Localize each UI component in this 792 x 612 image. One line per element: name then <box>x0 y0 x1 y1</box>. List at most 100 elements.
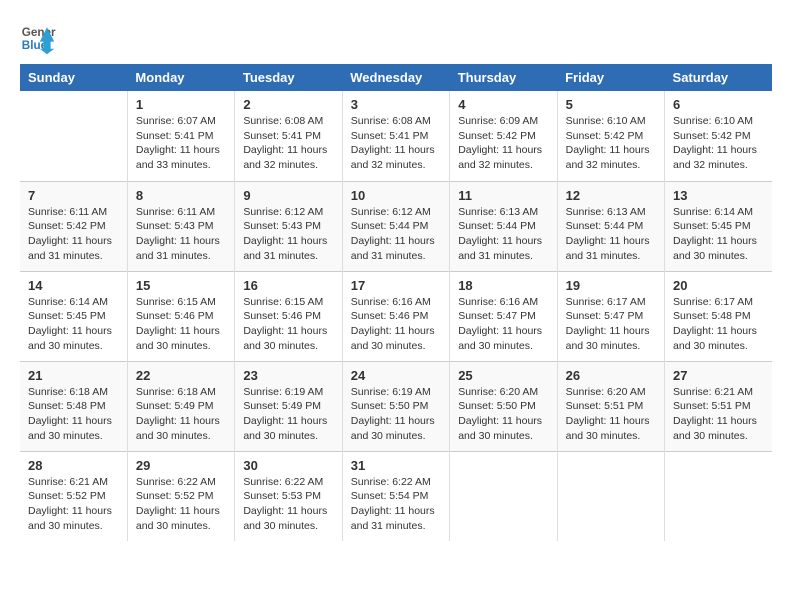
day-number: 14 <box>28 278 119 293</box>
day-number: 31 <box>351 458 441 473</box>
day-info: Sunrise: 6:14 AM Sunset: 5:45 PM Dayligh… <box>28 295 119 354</box>
calendar-cell <box>557 451 664 541</box>
day-info: Sunrise: 6:18 AM Sunset: 5:49 PM Dayligh… <box>136 385 226 444</box>
day-info: Sunrise: 6:21 AM Sunset: 5:52 PM Dayligh… <box>28 475 119 534</box>
day-number: 17 <box>351 278 441 293</box>
day-info: Sunrise: 6:09 AM Sunset: 5:42 PM Dayligh… <box>458 114 548 173</box>
day-info: Sunrise: 6:19 AM Sunset: 5:49 PM Dayligh… <box>243 385 333 444</box>
day-info: Sunrise: 6:22 AM Sunset: 5:53 PM Dayligh… <box>243 475 333 534</box>
calendar-cell: 20 Sunrise: 6:17 AM Sunset: 5:48 PM Dayli… <box>665 271 772 361</box>
logo: General Blue <box>20 20 56 56</box>
weekday-header-tuesday: Tuesday <box>235 64 342 91</box>
weekday-header-saturday: Saturday <box>665 64 772 91</box>
day-info: Sunrise: 6:07 AM Sunset: 5:41 PM Dayligh… <box>136 114 226 173</box>
calendar-week-2: 7Sunrise: 6:11 AM Sunset: 5:42 PM Daylig… <box>20 181 772 271</box>
calendar-cell: 27 Sunrise: 6:21 AM Sunset: 5:51 PM Dayli… <box>665 361 772 451</box>
day-info: Sunrise: 6:15 AM Sunset: 5:46 PM Dayligh… <box>243 295 333 354</box>
day-info: Sunrise: 6:10 AM Sunset: 5:42 PM Dayligh… <box>566 114 656 173</box>
day-number: 13 <box>673 188 764 203</box>
day-number: 19 <box>566 278 656 293</box>
day-info: Sunrise: 6:18 AM Sunset: 5:48 PM Dayligh… <box>28 385 119 444</box>
calendar-cell <box>450 451 557 541</box>
day-number: 10 <box>351 188 441 203</box>
day-number: 9 <box>243 188 333 203</box>
calendar-cell: 15Sunrise: 6:15 AM Sunset: 5:46 PM Dayli… <box>127 271 234 361</box>
day-info: Sunrise: 6:16 AM Sunset: 5:47 PM Dayligh… <box>458 295 548 354</box>
calendar-cell: 19 Sunrise: 6:17 AM Sunset: 5:47 PM Dayli… <box>557 271 664 361</box>
calendar-cell: 7Sunrise: 6:11 AM Sunset: 5:42 PM Daylig… <box>20 181 127 271</box>
calendar-cell: 16 Sunrise: 6:15 AM Sunset: 5:46 PM Dayli… <box>235 271 342 361</box>
day-info: Sunrise: 6:14 AM Sunset: 5:45 PM Dayligh… <box>673 205 764 264</box>
calendar-cell: 11 Sunrise: 6:13 AM Sunset: 5:44 PM Dayli… <box>450 181 557 271</box>
day-number: 26 <box>566 368 656 383</box>
day-number: 11 <box>458 188 548 203</box>
calendar-cell: 1 Sunrise: 6:07 AM Sunset: 5:41 PM Daylig… <box>127 91 234 181</box>
calendar-cell: 6 Sunrise: 6:10 AM Sunset: 5:42 PM Daylig… <box>665 91 772 181</box>
day-number: 3 <box>351 97 441 112</box>
day-number: 20 <box>673 278 764 293</box>
day-info: Sunrise: 6:12 AM Sunset: 5:43 PM Dayligh… <box>243 205 333 264</box>
calendar-cell: 14 Sunrise: 6:14 AM Sunset: 5:45 PM Dayli… <box>20 271 127 361</box>
calendar-cell: 4 Sunrise: 6:09 AM Sunset: 5:42 PM Daylig… <box>450 91 557 181</box>
day-number: 6 <box>673 97 764 112</box>
day-number: 4 <box>458 97 548 112</box>
calendar-cell <box>20 91 127 181</box>
day-number: 28 <box>28 458 119 473</box>
calendar-cell: 31 Sunrise: 6:22 AM Sunset: 5:54 PM Dayli… <box>342 451 449 541</box>
day-number: 8 <box>136 188 226 203</box>
day-number: 21 <box>28 368 119 383</box>
day-number: 2 <box>243 97 333 112</box>
calendar-week-1: 1 Sunrise: 6:07 AM Sunset: 5:41 PM Daylig… <box>20 91 772 181</box>
day-number: 5 <box>566 97 656 112</box>
calendar-cell: 10 Sunrise: 6:12 AM Sunset: 5:44 PM Dayli… <box>342 181 449 271</box>
day-info: Sunrise: 6:13 AM Sunset: 5:44 PM Dayligh… <box>566 205 656 264</box>
calendar-cell: 23 Sunrise: 6:19 AM Sunset: 5:49 PM Dayli… <box>235 361 342 451</box>
day-info: Sunrise: 6:15 AM Sunset: 5:46 PM Dayligh… <box>136 295 226 354</box>
logo-icon: General Blue <box>20 20 56 56</box>
day-info: Sunrise: 6:13 AM Sunset: 5:44 PM Dayligh… <box>458 205 548 264</box>
day-info: Sunrise: 6:22 AM Sunset: 5:54 PM Dayligh… <box>351 475 441 534</box>
day-info: Sunrise: 6:20 AM Sunset: 5:51 PM Dayligh… <box>566 385 656 444</box>
day-info: Sunrise: 6:19 AM Sunset: 5:50 PM Dayligh… <box>351 385 441 444</box>
day-number: 12 <box>566 188 656 203</box>
calendar-week-3: 14 Sunrise: 6:14 AM Sunset: 5:45 PM Dayli… <box>20 271 772 361</box>
calendar-cell: 22 Sunrise: 6:18 AM Sunset: 5:49 PM Dayli… <box>127 361 234 451</box>
day-number: 22 <box>136 368 226 383</box>
day-number: 1 <box>136 97 226 112</box>
calendar-cell: 28 Sunrise: 6:21 AM Sunset: 5:52 PM Dayli… <box>20 451 127 541</box>
calendar-cell: 12 Sunrise: 6:13 AM Sunset: 5:44 PM Dayli… <box>557 181 664 271</box>
day-number: 23 <box>243 368 333 383</box>
weekday-header-sunday: Sunday <box>20 64 127 91</box>
calendar-cell: 9 Sunrise: 6:12 AM Sunset: 5:43 PM Daylig… <box>235 181 342 271</box>
weekday-header-monday: Monday <box>127 64 234 91</box>
day-info: Sunrise: 6:17 AM Sunset: 5:47 PM Dayligh… <box>566 295 656 354</box>
calendar-cell: 25 Sunrise: 6:20 AM Sunset: 5:50 PM Dayli… <box>450 361 557 451</box>
day-info: Sunrise: 6:21 AM Sunset: 5:51 PM Dayligh… <box>673 385 764 444</box>
day-info: Sunrise: 6:11 AM Sunset: 5:43 PM Dayligh… <box>136 205 226 264</box>
weekday-header-friday: Friday <box>557 64 664 91</box>
calendar-cell: 30Sunrise: 6:22 AM Sunset: 5:53 PM Dayli… <box>235 451 342 541</box>
calendar-week-5: 28 Sunrise: 6:21 AM Sunset: 5:52 PM Dayli… <box>20 451 772 541</box>
calendar-cell: 26 Sunrise: 6:20 AM Sunset: 5:51 PM Dayli… <box>557 361 664 451</box>
day-info: Sunrise: 6:20 AM Sunset: 5:50 PM Dayligh… <box>458 385 548 444</box>
day-number: 18 <box>458 278 548 293</box>
calendar-table: SundayMondayTuesdayWednesdayThursdayFrid… <box>20 64 772 541</box>
weekday-header-row: SundayMondayTuesdayWednesdayThursdayFrid… <box>20 64 772 91</box>
day-number: 16 <box>243 278 333 293</box>
day-info: Sunrise: 6:08 AM Sunset: 5:41 PM Dayligh… <box>351 114 441 173</box>
day-info: Sunrise: 6:12 AM Sunset: 5:44 PM Dayligh… <box>351 205 441 264</box>
day-number: 7 <box>28 188 119 203</box>
day-info: Sunrise: 6:10 AM Sunset: 5:42 PM Dayligh… <box>673 114 764 173</box>
day-number: 29 <box>136 458 226 473</box>
calendar-cell: 13 Sunrise: 6:14 AM Sunset: 5:45 PM Dayli… <box>665 181 772 271</box>
calendar-cell: 17 Sunrise: 6:16 AM Sunset: 5:46 PM Dayli… <box>342 271 449 361</box>
day-info: Sunrise: 6:17 AM Sunset: 5:48 PM Dayligh… <box>673 295 764 354</box>
calendar-cell: 29Sunrise: 6:22 AM Sunset: 5:52 PM Dayli… <box>127 451 234 541</box>
day-info: Sunrise: 6:16 AM Sunset: 5:46 PM Dayligh… <box>351 295 441 354</box>
day-number: 25 <box>458 368 548 383</box>
day-number: 27 <box>673 368 764 383</box>
day-number: 24 <box>351 368 441 383</box>
calendar-cell: 18 Sunrise: 6:16 AM Sunset: 5:47 PM Dayli… <box>450 271 557 361</box>
page-header: General Blue <box>20 20 772 56</box>
calendar-cell: 8 Sunrise: 6:11 AM Sunset: 5:43 PM Daylig… <box>127 181 234 271</box>
